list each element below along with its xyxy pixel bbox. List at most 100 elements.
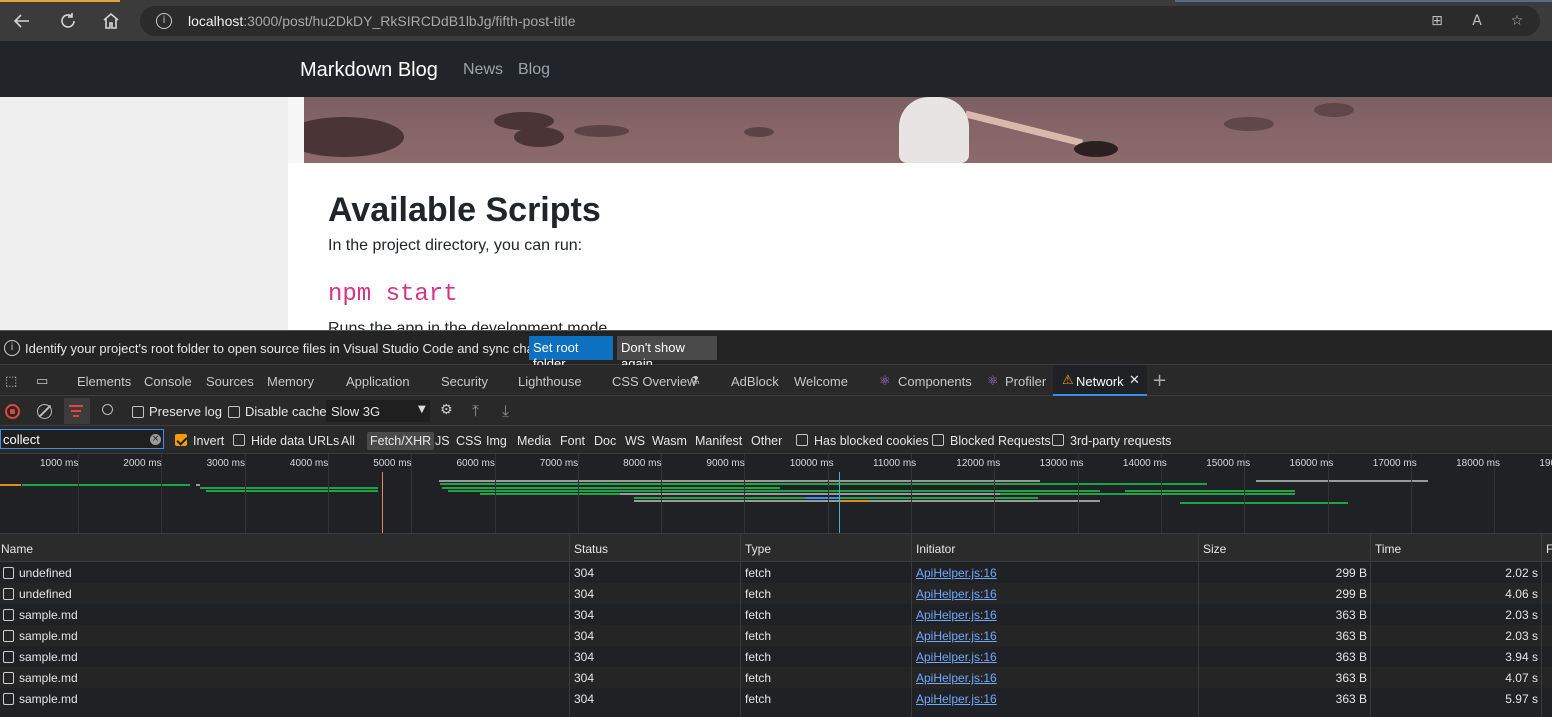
third-party-requests-label: 3rd-party requests	[1070, 434, 1172, 448]
tab-profiler[interactable]: Profiler	[1005, 374, 1046, 389]
tab-elements[interactable]: Elements	[77, 374, 131, 389]
has-blocked-cookies-checkbox[interactable]	[796, 434, 808, 446]
nav-link-news[interactable]: News	[463, 61, 503, 79]
table-row[interactable]: sample.md 304 fetch ApiHelper.js:16 363 B 2.0…	[0, 604, 1552, 625]
brand-link[interactable]: Markdown Blog	[300, 59, 438, 82]
third-party-requests-checkbox[interactable]	[1052, 434, 1064, 446]
disable-cache-label: Disable cache	[245, 404, 327, 419]
back-button[interactable]	[6, 7, 38, 35]
column-header-size[interactable]: Size	[1203, 542, 1226, 556]
filter-type-manifest[interactable]: Manifest	[695, 434, 742, 448]
column-divider[interactable]	[1541, 534, 1542, 717]
timeline-tick-label: 17000 ms	[1372, 458, 1417, 469]
network-overview[interactable]: 1000 ms 2000 ms 3000 ms 4000 ms 5000 ms 6000 …	[0, 454, 1552, 534]
read-aloud-icon[interactable]: A	[1467, 12, 1487, 30]
cell-initiator[interactable]: ApiHelper.js:16	[916, 692, 997, 706]
filter-input[interactable]	[0, 429, 164, 449]
waterfall-bar	[440, 483, 1207, 485]
cell-initiator[interactable]: ApiHelper.js:16	[916, 671, 997, 685]
waterfall-bar	[620, 493, 1000, 495]
favorite-star-icon[interactable]: ☆	[1507, 12, 1527, 30]
tab-security[interactable]: Security	[441, 374, 488, 389]
filter-type-other[interactable]: Other	[751, 434, 782, 448]
column-header-type[interactable]: Type	[745, 542, 771, 556]
tab-sources[interactable]: Sources	[206, 374, 254, 389]
column-divider[interactable]	[1370, 534, 1371, 717]
tab-lighthouse[interactable]: Lighthouse	[518, 374, 582, 389]
refresh-button[interactable]	[52, 7, 84, 35]
cell-initiator[interactable]: ApiHelper.js:16	[916, 608, 997, 622]
cell-initiator[interactable]: ApiHelper.js:16	[916, 650, 997, 664]
filter-type-all[interactable]: All	[341, 434, 355, 448]
info-icon[interactable]: i	[156, 13, 172, 29]
column-header-initiator[interactable]: Initiator	[916, 542, 955, 556]
import-har-icon[interactable]: ⤒	[472, 401, 479, 421]
column-divider[interactable]	[740, 534, 741, 717]
column-divider[interactable]	[911, 534, 912, 717]
timeline-tick-label: 6000 ms	[456, 458, 495, 469]
table-row[interactable]: sample.md 304 fetch ApiHelper.js:16 363 B 4.0…	[0, 667, 1552, 688]
dont-show-again-button[interactable]: Don't show again	[617, 336, 717, 371]
disable-cache-checkbox[interactable]	[228, 406, 240, 418]
timeline-tick-label: 18000 ms	[1456, 458, 1501, 469]
filter-toggle-button[interactable]	[64, 398, 90, 424]
table-row[interactable]: sample.md 304 fetch ApiHelper.js:16 363 B 5.9…	[0, 688, 1552, 709]
preserve-log-checkbox[interactable]	[132, 406, 144, 418]
throttle-select[interactable]: Slow 3G ▼	[326, 400, 430, 422]
filter-type-doc[interactable]: Doc	[594, 434, 616, 448]
timeline-tick-label: 8000 ms	[623, 458, 662, 469]
tab-network[interactable]: ⚠ Network ✕	[1053, 365, 1147, 396]
network-conditions-icon[interactable]: ⚙	[440, 402, 453, 418]
table-row[interactable]: undefined 304 fetch ApiHelper.js:16 299 B 4.0…	[0, 583, 1552, 604]
record-button[interactable]	[5, 404, 20, 419]
url-text[interactable]: localhost:3000/post/hu2DkDY_RkSIRCDdB1lb…	[188, 13, 576, 29]
post-hero-image	[304, 97, 1552, 163]
filter-type-font[interactable]: Font	[560, 434, 585, 448]
table-row[interactable]: undefined 304 fetch ApiHelper.js:16 299 B 2.0…	[0, 562, 1552, 583]
tab-memory[interactable]: Memory	[267, 374, 314, 389]
clear-button[interactable]	[37, 404, 52, 419]
search-icon[interactable]	[102, 404, 113, 415]
column-divider[interactable]	[569, 534, 570, 717]
column-header-time[interactable]: Time	[1375, 542, 1401, 556]
filter-type-media[interactable]: Media	[517, 434, 551, 448]
column-header-status[interactable]: Status	[574, 542, 608, 556]
tab-css-overview[interactable]: CSS Overview	[612, 374, 697, 389]
filter-type-fetch-xhr[interactable]: Fetch/XHR	[367, 432, 435, 450]
column-header-waterfall[interactable]: F	[1546, 542, 1552, 556]
tab-adblock[interactable]: AdBlock	[731, 374, 779, 389]
column-divider[interactable]	[1198, 534, 1199, 717]
cell-initiator[interactable]: ApiHelper.js:16	[916, 587, 997, 601]
tab-welcome[interactable]: Welcome	[794, 374, 848, 389]
blocked-requests-checkbox[interactable]	[932, 434, 944, 446]
tab-application[interactable]: Application	[346, 374, 410, 389]
filter-type-wasm[interactable]: Wasm	[652, 434, 687, 448]
close-icon[interactable]: ✕	[1129, 373, 1140, 388]
cell-initiator[interactable]: ApiHelper.js:16	[916, 566, 997, 580]
address-bar[interactable]: i localhost:3000/post/hu2DkDY_RkSIRCDdB1…	[140, 6, 1540, 36]
set-root-folder-button[interactable]: Set root folder	[529, 336, 613, 371]
home-button[interactable]	[95, 7, 127, 35]
filter-type-js[interactable]: JS	[435, 434, 450, 448]
hero-figure	[899, 97, 969, 163]
invert-checkbox[interactable]	[175, 434, 187, 446]
nav-link-blog[interactable]: Blog	[518, 61, 550, 79]
export-har-icon[interactable]: ⤓	[502, 401, 509, 421]
inspect-element-icon[interactable]: ⬚	[5, 374, 17, 389]
clear-filter-icon[interactable]: ×	[150, 434, 161, 445]
table-row[interactable]: sample.md 304 fetch ApiHelper.js:16 363 B 3.9…	[0, 646, 1552, 667]
filter-type-ws[interactable]: WS	[625, 434, 645, 448]
cell-initiator[interactable]: ApiHelper.js:16	[916, 629, 997, 643]
column-header-name[interactable]: Name	[1, 542, 33, 556]
experiment-flask-icon: ⚗	[690, 374, 700, 387]
tab-components[interactable]: Components	[898, 374, 972, 389]
hide-data-urls-checkbox[interactable]	[233, 434, 245, 446]
device-emulation-icon[interactable]: ▭	[36, 374, 48, 389]
has-blocked-cookies-label: Has blocked cookies	[814, 434, 929, 448]
filter-type-css[interactable]: CSS	[456, 434, 482, 448]
tab-console[interactable]: Console	[144, 374, 192, 389]
add-tab-icon[interactable]: +	[1152, 370, 1167, 391]
table-row[interactable]: sample.md 304 fetch ApiHelper.js:16 363 B 2.0…	[0, 625, 1552, 646]
filter-type-img[interactable]: Img	[486, 434, 507, 448]
app-available-icon[interactable]: ⊞	[1427, 12, 1447, 30]
